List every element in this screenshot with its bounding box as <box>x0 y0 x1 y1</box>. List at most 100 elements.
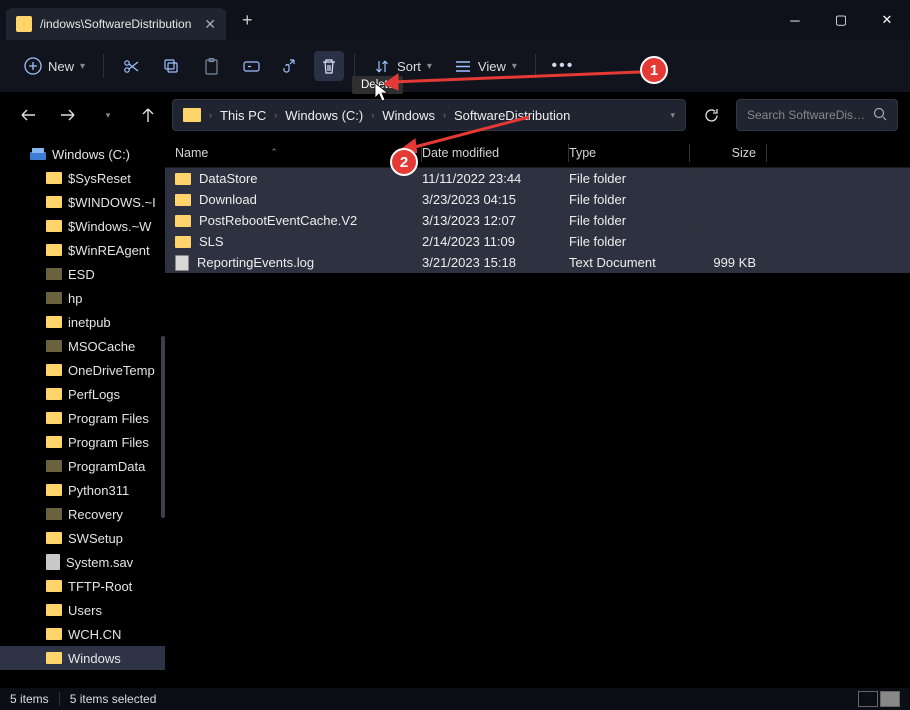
new-button[interactable]: New ▾ <box>16 51 93 81</box>
view-toggles <box>858 691 900 707</box>
minimize-button[interactable]: ─ <box>772 0 818 40</box>
tree-item-root[interactable]: Windows (C:) <box>0 142 165 166</box>
tree-item[interactable]: ProgramData <box>0 454 165 478</box>
tree-item-label: Recovery <box>68 507 123 522</box>
col-type-header[interactable]: Type <box>569 146 689 160</box>
navigation-pane[interactable]: Windows (C:) $SysReset $WINDOWS.~I $Window… <box>0 138 165 688</box>
file-type: File folder <box>569 192 689 207</box>
folder-icon <box>46 652 62 664</box>
tree-item[interactable]: $Windows.~W <box>0 214 165 238</box>
plus-circle-icon <box>24 57 42 75</box>
copy-button[interactable] <box>154 51 188 81</box>
col-size-header[interactable]: Size <box>690 146 766 160</box>
recent-dropdown[interactable]: ▾ <box>92 99 124 131</box>
file-row[interactable]: Download3/23/2023 04:15File folder <box>165 189 910 210</box>
separator <box>354 54 355 78</box>
search-input[interactable]: Search SoftwareDistri… <box>736 99 898 131</box>
folder-icon <box>175 215 191 227</box>
folder-icon <box>46 628 62 640</box>
tree-item[interactable]: System.sav <box>0 550 165 574</box>
clipboard-icon <box>202 57 220 75</box>
file-list: Name ⌃ Date modified Type Size DataStore… <box>165 138 910 688</box>
window-tab[interactable]: /indows\SoftwareDistribution ✕ <box>6 8 226 40</box>
annotation-badge-1: 1 <box>640 56 668 84</box>
chevron-down-icon: ▾ <box>80 61 85 72</box>
folder-icon <box>46 268 62 280</box>
window-controls: ─ ▢ ✕ <box>772 0 910 40</box>
tree-item[interactable]: hp <box>0 286 165 310</box>
folder-icon <box>183 108 201 122</box>
rename-button[interactable] <box>234 51 268 81</box>
search-placeholder: Search SoftwareDistri… <box>747 108 867 122</box>
new-tab-button[interactable]: + <box>242 10 253 31</box>
tree-item[interactable]: WCH.CN <box>0 622 165 646</box>
chevron-right-icon: › <box>209 110 212 120</box>
tree-item[interactable]: Users <box>0 598 165 622</box>
file-row[interactable]: ReportingEvents.log3/21/2023 15:18Text D… <box>165 252 910 273</box>
back-button[interactable] <box>12 99 44 131</box>
tree-item[interactable]: $SysReset <box>0 166 165 190</box>
separator <box>103 54 104 78</box>
tree-item[interactable]: Python311 <box>0 478 165 502</box>
close-button[interactable]: ✕ <box>864 0 910 40</box>
up-button[interactable] <box>132 99 164 131</box>
breadcrumb-item[interactable]: This PC <box>220 108 266 123</box>
tree-item[interactable]: $WINDOWS.~I <box>0 190 165 214</box>
folder-icon <box>46 580 62 592</box>
tree-item[interactable]: Program Files <box>0 406 165 430</box>
folder-icon <box>46 412 62 424</box>
title-bar: /indows\SoftwareDistribution ✕ + ─ ▢ ✕ <box>0 0 910 40</box>
file-icon <box>46 554 60 570</box>
tree-item[interactable]: PerfLogs <box>0 382 165 406</box>
refresh-button[interactable] <box>694 99 728 131</box>
thumbnails-view-toggle[interactable] <box>880 691 900 707</box>
folder-icon <box>46 364 62 376</box>
tree-item-label: System.sav <box>66 555 133 570</box>
breadcrumb-item[interactable]: Windows (C:) <box>285 108 363 123</box>
file-row[interactable]: SLS2/14/2023 11:09File folder <box>165 231 910 252</box>
tree-item[interactable]: Recovery <box>0 502 165 526</box>
folder-icon <box>46 508 62 520</box>
tree-item[interactable]: Program Files <box>0 430 165 454</box>
tree-item-label: OneDriveTemp <box>68 363 155 378</box>
file-name: ReportingEvents.log <box>197 255 314 270</box>
share-button[interactable] <box>274 51 308 81</box>
file-row[interactable]: DataStore11/11/2022 23:44File folder <box>165 168 910 189</box>
tree-item[interactable]: Windows <box>0 646 165 670</box>
close-tab-icon[interactable]: ✕ <box>204 16 216 33</box>
cut-button[interactable] <box>114 51 148 81</box>
folder-icon <box>46 172 62 184</box>
cursor-icon <box>374 82 388 102</box>
folder-icon <box>46 436 62 448</box>
delete-button[interactable] <box>314 51 344 81</box>
scrollbar-thumb[interactable] <box>161 336 165 518</box>
tree-item[interactable]: TFTP-Root <box>0 574 165 598</box>
tree-item[interactable]: ESD <box>0 262 165 286</box>
folder-icon <box>46 532 62 544</box>
file-date: 3/21/2023 15:18 <box>422 255 568 270</box>
tree-item[interactable]: $WinREAgent <box>0 238 165 262</box>
tree-item-label: $SysReset <box>68 171 131 186</box>
tree-item[interactable]: MSOCache <box>0 334 165 358</box>
tree-item-label: $Windows.~W <box>68 219 151 234</box>
tree-item[interactable]: inetpub <box>0 310 165 334</box>
copy-icon <box>162 57 180 75</box>
chevron-right-icon: › <box>274 110 277 120</box>
chevron-down-icon[interactable]: ▾ <box>670 110 675 121</box>
paste-button[interactable] <box>194 51 228 81</box>
maximize-button[interactable]: ▢ <box>818 0 864 40</box>
details-view-toggle[interactable] <box>858 691 878 707</box>
forward-button[interactable] <box>52 99 84 131</box>
tree-item[interactable]: SWSetup <box>0 526 165 550</box>
annotation-arrow <box>385 103 545 153</box>
tree-item-label: inetpub <box>68 315 111 330</box>
tree-item-label: $WinREAgent <box>68 243 150 258</box>
chevron-right-icon: › <box>371 110 374 120</box>
folder-icon <box>46 460 62 472</box>
tree-item-label: TFTP-Root <box>68 579 132 594</box>
folder-icon <box>46 196 62 208</box>
tree-item[interactable]: OneDriveTemp <box>0 358 165 382</box>
rename-icon <box>242 57 260 75</box>
col-name-header[interactable]: Name ⌃ <box>165 146 421 160</box>
file-row[interactable]: PostRebootEventCache.V23/13/2023 12:07Fi… <box>165 210 910 231</box>
